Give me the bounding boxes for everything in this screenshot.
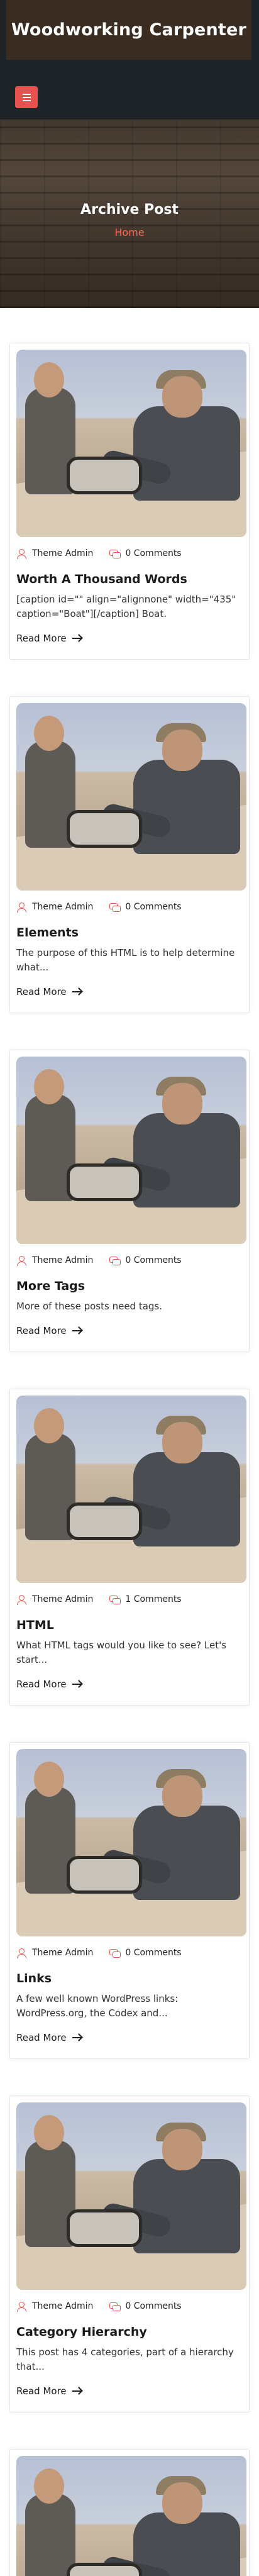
post-meta: Theme Admin 0 Comments: [16, 2301, 243, 2312]
site-branding[interactable]: Woodworking Carpenter: [6, 0, 251, 60]
post-title[interactable]: Category Hierarchy: [16, 2325, 243, 2339]
post-comments[interactable]: 0 Comments: [109, 1255, 182, 1265]
post-excerpt: A few well known WordPress links: WordPr…: [16, 1993, 179, 2019]
post-thumbnail[interactable]: [16, 1396, 246, 1583]
post-comments[interactable]: 0 Comments: [109, 1948, 182, 1958]
post-excerpt: This post has 4 categories, part of a hi…: [16, 2346, 234, 2372]
site-title[interactable]: Woodworking Carpenter: [11, 20, 246, 40]
user-icon: [16, 2301, 26, 2312]
post-list: Theme Admin 0 Comments Worth A Thousand …: [0, 308, 259, 2576]
post-excerpt: More of these posts need tags.: [16, 1301, 163, 1312]
post-thumbnail[interactable]: [16, 1749, 246, 1936]
post-card: Theme Admin 1 Comments HTML What HTML ta…: [9, 1389, 250, 1706]
user-icon: [16, 548, 26, 559]
post-title[interactable]: HTML: [16, 1618, 243, 1632]
post-title[interactable]: Worth A Thousand Words: [16, 572, 243, 586]
post-meta: Theme Admin 0 Comments: [16, 548, 243, 559]
read-more-link[interactable]: Read More: [16, 633, 243, 659]
user-icon: [16, 1948, 26, 1958]
post-meta: Theme Admin 1 Comments: [16, 1594, 243, 1605]
comments-icon: [109, 1255, 121, 1265]
arrow-right-icon: [72, 638, 81, 639]
post-excerpt: The purpose of this HTML is to help dete…: [16, 947, 235, 973]
post-title[interactable]: More Tags: [16, 1279, 243, 1293]
arrow-right-icon: [72, 1684, 81, 1685]
post-meta: Theme Admin 0 Comments: [16, 1948, 243, 1958]
arrow-right-icon: [72, 991, 81, 992]
post-author[interactable]: Theme Admin: [16, 1594, 93, 1605]
post-card: Theme Admin 0 Comments Links A few well …: [9, 1742, 250, 2059]
post-comments[interactable]: 0 Comments: [109, 2301, 182, 2311]
post-comments[interactable]: 0 Comments: [109, 548, 182, 558]
post-meta: Theme Admin 0 Comments: [16, 1255, 243, 1266]
post-card: Theme Admin 0 Comments Elements The purp…: [9, 696, 250, 1013]
comments-icon: [109, 548, 121, 558]
post-author[interactable]: Theme Admin: [16, 1948, 93, 1958]
post-author[interactable]: Theme Admin: [16, 2301, 93, 2312]
read-more-link[interactable]: Read More: [16, 1325, 243, 1352]
post-thumbnail[interactable]: [16, 2456, 246, 2576]
arrow-right-icon: [72, 2390, 81, 2392]
post-author[interactable]: Theme Admin: [16, 548, 93, 559]
site-header: Woodworking Carpenter: [0, 0, 259, 119]
read-more-link[interactable]: Read More: [16, 2032, 243, 2058]
menu-toggle-button[interactable]: [15, 86, 38, 108]
menu-icon: [22, 93, 31, 95]
post-author[interactable]: Theme Admin: [16, 902, 93, 913]
archive-banner: Archive Post Home: [0, 119, 259, 308]
post-title[interactable]: Elements: [16, 926, 243, 940]
post-thumbnail[interactable]: [16, 2102, 246, 2290]
user-icon: [16, 1255, 26, 1266]
user-icon: [16, 1594, 26, 1605]
post-title[interactable]: Links: [16, 1972, 243, 1985]
post-thumbnail[interactable]: [16, 703, 246, 891]
post-card: [9, 2449, 250, 2576]
breadcrumb-home-link[interactable]: Home: [114, 226, 144, 238]
post-meta: Theme Admin 0 Comments: [16, 902, 243, 913]
post-author[interactable]: Theme Admin: [16, 1255, 93, 1266]
read-more-link[interactable]: Read More: [16, 986, 243, 1013]
post-comments[interactable]: 1 Comments: [109, 1594, 182, 1604]
arrow-right-icon: [72, 2037, 81, 2038]
comments-icon: [109, 1594, 121, 1604]
post-card: Theme Admin 0 Comments More Tags More of…: [9, 1050, 250, 1352]
post-excerpt: What HTML tags would you like to see? Le…: [16, 1640, 227, 1665]
post-excerpt: [caption id="" align="alignnone" width="…: [16, 594, 236, 619]
post-thumbnail[interactable]: [16, 1057, 246, 1244]
comments-icon: [109, 2301, 121, 2311]
user-icon: [16, 902, 26, 913]
post-card: Theme Admin 0 Comments Category Hierarch…: [9, 2096, 250, 2412]
read-more-link[interactable]: Read More: [16, 1679, 243, 1705]
post-thumbnail[interactable]: [16, 350, 246, 537]
read-more-link[interactable]: Read More: [16, 2385, 243, 2412]
page-title: Archive Post: [80, 202, 179, 218]
post-comments[interactable]: 0 Comments: [109, 902, 182, 912]
comments-icon: [109, 902, 121, 912]
arrow-right-icon: [72, 1330, 81, 1331]
comments-icon: [109, 1948, 121, 1958]
post-card: Theme Admin 0 Comments Worth A Thousand …: [9, 343, 250, 660]
